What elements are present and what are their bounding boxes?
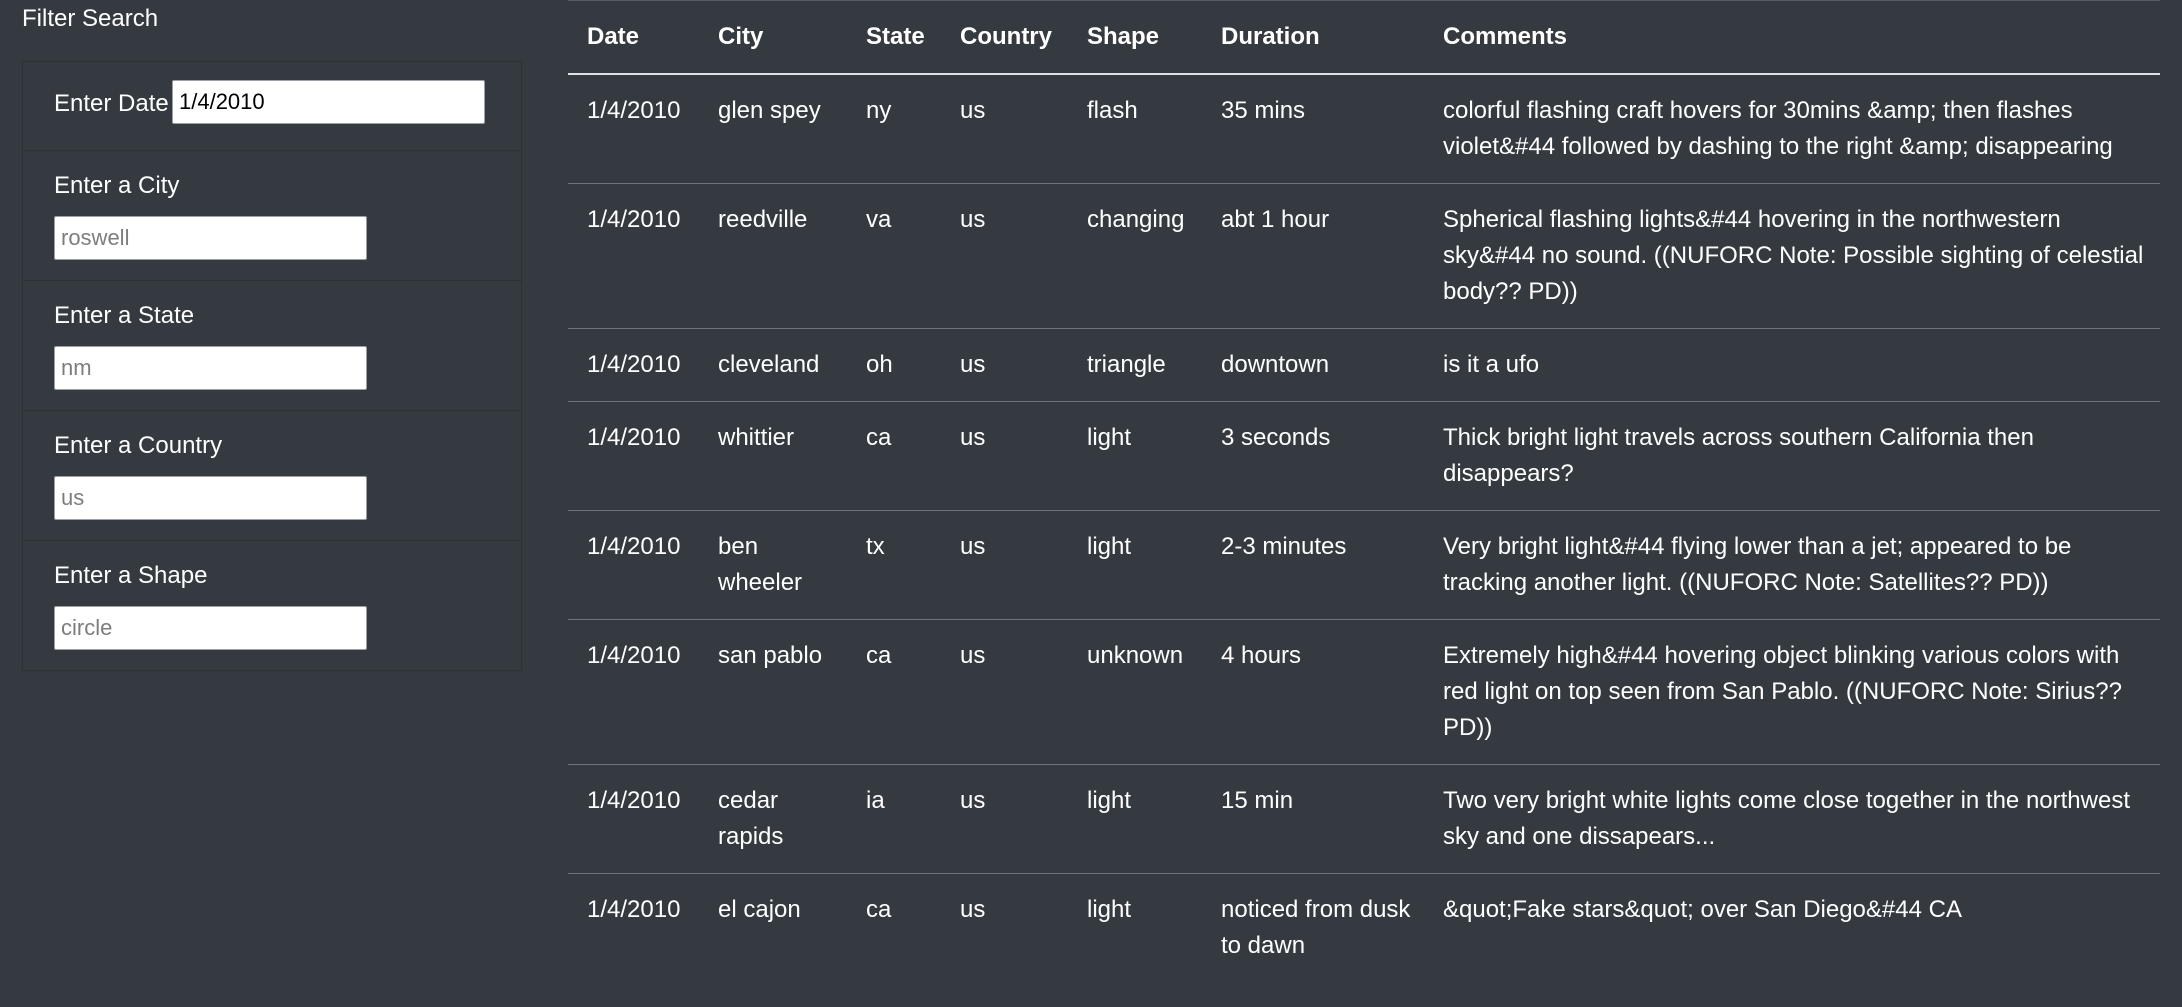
state-input[interactable] <box>54 346 367 390</box>
cell-city: glen spey <box>718 97 821 124</box>
cell-state: ny <box>866 97 892 124</box>
country-input[interactable] <box>54 476 367 520</box>
city-input[interactable] <box>54 216 367 260</box>
cell-shape: changing <box>1068 183 1202 329</box>
cell-comments: Spherical flashing lights&#44 hovering i… <box>1424 183 2160 329</box>
cell-duration: 35 mins <box>1221 97 1306 124</box>
table-header-row: Date City State Country Shape Duration C… <box>568 1 2160 75</box>
cell-state: tx <box>847 510 941 620</box>
cell-state: ca <box>847 619 941 765</box>
cell-date: 1/4/2010 <box>568 183 699 329</box>
cell-shape: flash <box>1087 97 1138 124</box>
table-row: 1/4/2010 cedar rapids ia us light 15 min… <box>568 764 2160 874</box>
cell-country: us <box>941 873 1068 982</box>
country-label: Enter a Country <box>54 432 223 459</box>
header-duration: Duration <box>1202 1 1424 75</box>
cell-country: us <box>941 183 1068 329</box>
table-row: 1/4/2010 cleveland oh us triangle downto… <box>568 328 2160 402</box>
cell-country: us <box>941 764 1068 874</box>
cell-comments: colorful flashing craft hovers for 30min… <box>1443 97 2113 160</box>
cell-country: us <box>941 510 1068 620</box>
cell-state: oh <box>847 328 941 402</box>
cell-comments: Very bright light&#44 flying lower than … <box>1424 510 2160 620</box>
cell-comments: Thick bright light travels across southe… <box>1424 401 2160 511</box>
header-comments: Comments <box>1424 1 2160 75</box>
cell-city: reedville <box>699 183 847 329</box>
filter-panel: Enter Date Enter a City Enter a State En… <box>22 61 523 671</box>
cell-comments: Two very bright white lights come close … <box>1424 764 2160 874</box>
table-row: 1/4/2010 el cajon ca us light noticed fr… <box>568 873 2160 982</box>
cell-state: ca <box>847 401 941 511</box>
cell-state: ia <box>847 764 941 874</box>
date-input[interactable] <box>172 80 485 124</box>
filter-item-city: Enter a City <box>23 151 523 281</box>
cell-shape: light <box>1068 764 1202 874</box>
cell-country: us <box>941 401 1068 511</box>
cell-duration: noticed from dusk to dawn <box>1202 873 1424 982</box>
cell-duration: downtown <box>1202 328 1424 402</box>
cell-city: cedar rapids <box>699 764 847 874</box>
table-body: 1/4/2010 glen spey ny us flash 35 mins c… <box>568 74 2160 982</box>
header-city: City <box>699 1 847 75</box>
shape-input[interactable] <box>54 606 367 650</box>
cell-date: 1/4/2010 <box>568 401 699 511</box>
cell-country: us <box>941 619 1068 765</box>
cell-comments: is it a ufo <box>1424 328 2160 402</box>
cell-duration: 3 seconds <box>1202 401 1424 511</box>
filter-item-date: Enter Date <box>23 62 523 151</box>
cell-date: 1/4/2010 <box>568 328 699 402</box>
cell-shape: light <box>1068 873 1202 982</box>
cell-shape: light <box>1068 401 1202 511</box>
cell-date: 1/4/2010 <box>568 764 699 874</box>
header-date: Date <box>568 1 699 75</box>
table-row: 1/4/2010 glen spey ny us flash 35 mins c… <box>568 74 2160 184</box>
table-row: 1/4/2010 ben wheeler tx us light 2-3 min… <box>568 510 2160 620</box>
filter-item-state: Enter a State <box>23 281 523 411</box>
cell-duration: abt 1 hour <box>1202 183 1424 329</box>
cell-comments: &quot;Fake stars&quot; over San Diego&#4… <box>1424 873 2160 982</box>
cell-date: 1/4/2010 <box>568 510 699 620</box>
cell-date: 1/4/2010 <box>568 873 699 982</box>
cell-shape: triangle <box>1068 328 1202 402</box>
filter-item-shape: Enter a Shape <box>23 541 523 671</box>
cell-duration: 4 hours <box>1202 619 1424 765</box>
table-row: 1/4/2010 reedville va us changing abt 1 … <box>568 183 2160 329</box>
cell-city: ben wheeler <box>699 510 847 620</box>
header-shape: Shape <box>1068 1 1202 75</box>
ufo-table: Date City State Country Shape Duration C… <box>568 1 2160 982</box>
filter-item-country: Enter a Country <box>23 411 523 541</box>
header-state: State <box>847 1 941 75</box>
cell-country: us <box>941 328 1068 402</box>
cell-state: ca <box>847 873 941 982</box>
cell-country: us <box>960 97 986 124</box>
cell-city: san pablo <box>699 619 847 765</box>
cell-date: 1/4/2010 <box>568 619 699 765</box>
table-row: 1/4/2010 san pablo ca us unknown 4 hours… <box>568 619 2160 765</box>
ufo-table-container: Date City State Country Shape Duration C… <box>568 0 2160 1007</box>
cell-shape: unknown <box>1068 619 1202 765</box>
state-label: Enter a State <box>54 302 195 329</box>
city-label: Enter a City <box>54 172 180 199</box>
cell-city: whittier <box>699 401 847 511</box>
shape-label: Enter a Shape <box>54 562 208 589</box>
date-label: Enter Date <box>54 90 169 117</box>
cell-duration: 2-3 minutes <box>1202 510 1424 620</box>
filter-title: Filter Search <box>22 5 159 32</box>
cell-city: cleveland <box>699 328 847 402</box>
cell-shape: light <box>1068 510 1202 620</box>
cell-comments: Extremely high&#44 hovering object blink… <box>1424 619 2160 765</box>
cell-state: va <box>847 183 941 329</box>
table-row: 1/4/2010 whittier ca us light 3 seconds … <box>568 401 2160 511</box>
cell-duration: 15 min <box>1202 764 1424 874</box>
cell-date: 1/4/2010 <box>587 97 681 124</box>
header-country: Country <box>941 1 1068 75</box>
cell-city: el cajon <box>699 873 847 982</box>
